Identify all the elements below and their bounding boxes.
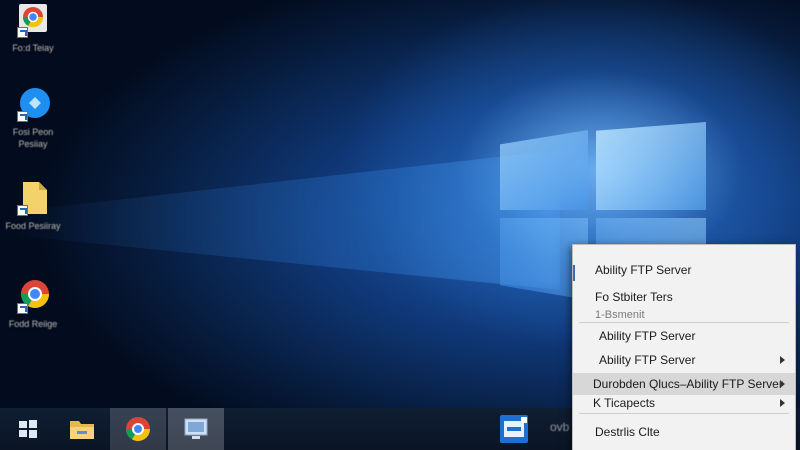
- monitor-icon: [184, 418, 208, 439]
- file-icon: [15, 180, 51, 216]
- desktop-icon-label: Fo:d Teiay: [12, 43, 54, 53]
- ftp-server-icon: [500, 415, 528, 443]
- menu-item[interactable]: Fo Stbiter Ters: [573, 290, 795, 310]
- desktop-icon[interactable]: Fosi Peon Pesiiay: [4, 86, 62, 150]
- ftp-server-taskbar-button[interactable]: [486, 408, 542, 450]
- chevron-right-icon: [780, 399, 785, 407]
- file-explorer-icon: [70, 421, 94, 439]
- menu-item-ability-ftp-server-submenu[interactable]: Ability FTP Server: [573, 353, 795, 373]
- desktop-icon-label: Fosi Peon Pesiiay: [12, 127, 54, 149]
- chrome-icon: [126, 417, 150, 442]
- file-explorer-button[interactable]: [54, 408, 110, 450]
- menu-item-highlighted[interactable]: Durobden Qlucs–Ability FTP Server: [573, 377, 795, 397]
- desktop-icon[interactable]: Food Pesiiray: [4, 180, 62, 232]
- desktop[interactable]: Fo:d Teiay Fosi Peon Pesiiay Food Pesiir…: [0, 0, 800, 450]
- chevron-right-icon: [780, 380, 785, 388]
- menu-item[interactable]: Destrlis Clte: [573, 425, 795, 445]
- windows-logo-pane: [500, 130, 588, 210]
- start-icon: [19, 420, 37, 438]
- blue-app-icon: [15, 86, 51, 122]
- desktop-icon[interactable]: Fodd Reiige: [4, 278, 62, 330]
- chrome-app-icon: [15, 2, 51, 38]
- menu-separator: [579, 413, 789, 414]
- menu-item-ability-ftp-server[interactable]: Ability FTP Server: [573, 263, 795, 283]
- chrome-icon: [15, 278, 51, 314]
- chrome-taskbar-button[interactable]: [110, 408, 166, 450]
- context-menu: Ability FTP Server Fo Stbiter Ters 1-Bsm…: [572, 244, 796, 450]
- wallpaper-light-beam: [0, 150, 560, 290]
- desktop-icon[interactable]: Fo:d Teiay: [4, 2, 62, 54]
- desktop-icon-label: Food Pesiiray: [5, 221, 61, 231]
- taskbar-text: ovb: [550, 420, 570, 434]
- menu-separator: [579, 322, 789, 323]
- chevron-right-icon: [780, 356, 785, 364]
- desktop-icon-label: Fodd Reiige: [8, 319, 58, 329]
- windows-logo-pane: [596, 122, 706, 210]
- menu-item-ability-ftp-server[interactable]: Ability FTP Server: [573, 329, 795, 349]
- start-button[interactable]: [0, 408, 56, 450]
- menu-section-header: 1-Bsmenit: [595, 309, 645, 321]
- monitor-taskbar-button[interactable]: [168, 408, 224, 450]
